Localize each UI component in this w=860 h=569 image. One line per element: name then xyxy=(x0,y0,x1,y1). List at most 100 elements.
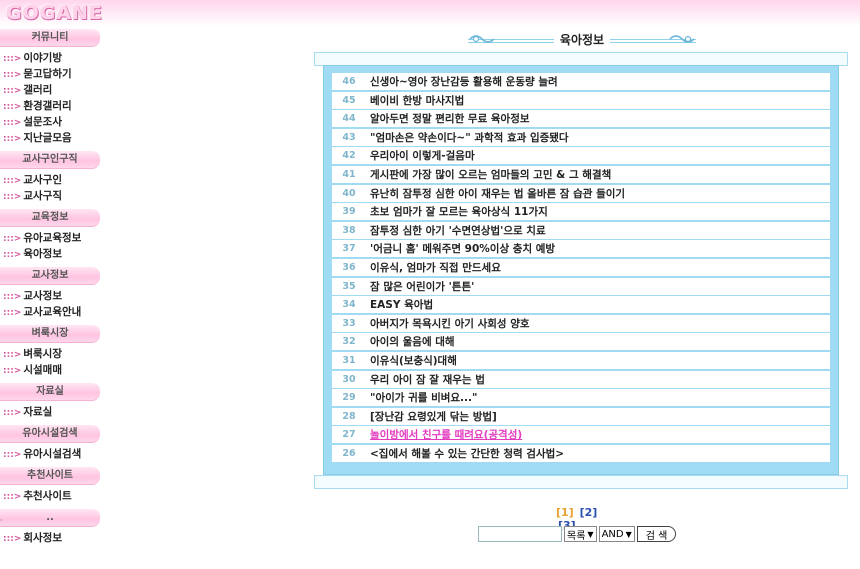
sidebar-item-label: 이야기방 xyxy=(23,52,62,64)
sidebar-item[interactable]: :::> 유아시설검색 xyxy=(0,446,100,462)
post-number: 29 xyxy=(342,392,356,404)
sidebar-item[interactable]: :::> 이야기방 xyxy=(0,50,100,66)
page-current[interactable]: [1] xyxy=(556,506,574,519)
sidebar-item[interactable]: :::> 교사구직 xyxy=(0,188,100,204)
sidebar-item-label: 묻고답하기 xyxy=(23,68,72,80)
sidebar-menu: :::> 이야기방:::> 묻고답하기:::> 갤러리:::> 환경갤러리:::> 설문조… xyxy=(0,50,100,146)
post-subject-link[interactable]: "엄마손은 약손이다~" 과학적 효과 입증됐다 xyxy=(366,130,830,145)
post-subject-link[interactable]: 잠 많은 어린이가 '튼튼' xyxy=(366,279,830,294)
sidebar-item[interactable]: :::> 지난글모음 xyxy=(0,130,100,146)
post-subject-link[interactable]: "아이가 귀를 비벼요..." xyxy=(366,390,830,405)
post-subject-link[interactable]: 이유식, 엄마가 직접 만드세요 xyxy=(366,260,830,275)
page-title: 육아정보 xyxy=(504,30,660,50)
sidebar-item[interactable]: :::> 교사교육안내 xyxy=(0,304,100,320)
board-row[interactable]: 31 이유식(보충식)대해 xyxy=(332,351,830,369)
post-subject-link[interactable]: 아이의 울음에 대해 xyxy=(366,334,830,349)
post-subject-link[interactable]: 초보 엄마가 잘 모르는 육아상식 11가지 xyxy=(366,204,830,219)
post-subject-link[interactable]: <집에서 해볼 수 있는 간단한 청력 검사법> xyxy=(366,446,830,461)
sidebar-item[interactable]: :::> 추천사이트 xyxy=(0,488,100,504)
post-subject-link[interactable]: EASY 육아법 xyxy=(366,297,830,312)
sidebar-item[interactable]: :::> 육아정보 xyxy=(0,246,100,262)
board-row[interactable]: 42 우리아이 이렇게-걸음마 xyxy=(332,147,830,165)
sidebar-item[interactable]: :::> 묻고답하기 xyxy=(0,66,100,82)
post-number: 40 xyxy=(342,187,356,199)
post-subject-link[interactable]: 우리 아이 잠 잘 재우는 법 xyxy=(366,372,830,387)
sidebar-menu: :::> 추천사이트 xyxy=(0,488,100,504)
post-number: 26 xyxy=(342,447,356,459)
post-subject-link[interactable]: 아버지가 목욕시킨 아기 사회성 양호 xyxy=(366,316,830,331)
sidebar-item[interactable]: :::> 교사정보 xyxy=(0,288,100,304)
board-row[interactable]: 41 게시판에 가장 많이 오르는 엄마들의 고민 & 그 해결책 xyxy=(332,165,830,183)
sidebar-item[interactable]: :::> 자료실 xyxy=(0,404,100,420)
search-button[interactable]: 검 색 xyxy=(636,526,677,542)
post-subject-link[interactable]: 게시판에 가장 많이 오르는 엄마들의 고민 & 그 해결책 xyxy=(366,167,830,182)
board-row[interactable]: 29 "아이가 귀를 비벼요..." xyxy=(332,389,830,407)
post-subject-link[interactable]: 이유식(보충식)대해 xyxy=(366,353,830,368)
arrow-icon: :::> xyxy=(3,192,22,202)
board-row[interactable]: 44 알아두면 정말 편리한 무료 육아정보 xyxy=(332,110,830,128)
post-subject-link[interactable]: 잠투정 심한 아기 '수면연상법'으로 치료 xyxy=(366,223,830,238)
sidebar-item-label: 유아교육정보 xyxy=(23,232,82,244)
board-row[interactable]: 38 잠투정 심한 아기 '수면연상법'으로 치료 xyxy=(332,221,830,239)
sidebar-item-label: 교사교육안내 xyxy=(23,306,82,318)
board-row[interactable]: 28 [장난감 요령있게 닦는 방법] xyxy=(332,407,830,425)
sidebar-item-label: 시설매매 xyxy=(23,364,62,376)
sidebar-item[interactable]: :::> 교사구인 xyxy=(0,172,100,188)
sidebar-menu: :::> 유아시설검색 xyxy=(0,446,100,462)
post-number: 32 xyxy=(342,336,356,348)
board-frame-bottom xyxy=(314,475,848,489)
search-field-select[interactable]: 목록 ▼ xyxy=(564,526,597,542)
post-subject-link[interactable]: [장난감 요령있게 닦는 방법] xyxy=(366,409,830,424)
page-link[interactable]: [2] xyxy=(580,506,598,519)
board-title-area: 육아정보 xyxy=(468,30,696,50)
sidebar-item-label: 갤러리 xyxy=(23,84,53,96)
board-row[interactable]: 30 우리 아이 잠 잘 재우는 법 xyxy=(332,370,830,388)
board-row[interactable]: 35 잠 많은 어린이가 '튼튼' xyxy=(332,277,830,295)
arrow-icon: :::> xyxy=(3,118,22,128)
post-subject-link[interactable]: 베이비 한방 마사지법 xyxy=(366,93,830,108)
sidebar-item[interactable]: :::> 환경갤러리 xyxy=(0,98,100,114)
sidebar-item-label: 회사정보 xyxy=(23,532,62,544)
search-input[interactable] xyxy=(478,526,562,542)
sidebar-item-label: 추천사이트 xyxy=(23,490,72,502)
sidebar-section-header: 커뮤니티 xyxy=(0,28,100,47)
board-row[interactable]: 32 아이의 울음에 대해 xyxy=(332,333,830,351)
arrow-icon: :::> xyxy=(3,534,22,544)
board-row[interactable]: 45 베이비 한방 마사지법 xyxy=(332,91,830,109)
arrow-icon: :::> xyxy=(3,134,22,144)
post-subject-link[interactable]: 알아두면 정말 편리한 무료 육아정보 xyxy=(366,111,830,126)
sidebar-item[interactable]: :::> 유아교육정보 xyxy=(0,230,100,246)
post-number: 42 xyxy=(342,150,356,162)
board-row[interactable]: 34 EASY 육아법 xyxy=(332,296,830,314)
sidebar-section-header: 유아시설검색 xyxy=(0,424,100,443)
post-number: 39 xyxy=(342,206,356,218)
board-frame-top xyxy=(314,52,848,66)
board-row[interactable]: 27 놀이방에서 친구를 때려요(공격성) xyxy=(332,426,830,444)
sidebar-item[interactable]: :::> 설문조사 xyxy=(0,114,100,130)
post-subject-link[interactable]: 놀이방에서 친구를 때려요(공격성) xyxy=(366,427,830,442)
post-number: 34 xyxy=(342,299,356,311)
sidebar-item[interactable]: :::> 시설매매 xyxy=(0,362,100,378)
post-subject-link[interactable]: 유난히 잠투정 심한 아이 재우는 법 올바른 잠 습관 들이기 xyxy=(366,186,830,201)
site-logo[interactable]: GOGANE xyxy=(6,2,103,24)
board-row[interactable]: 26 <집에서 해볼 수 있는 간단한 청력 검사법> xyxy=(332,444,830,462)
board-row[interactable]: 43 "엄마손은 약손이다~" 과학적 효과 입증됐다 xyxy=(332,128,830,146)
sidebar: 커뮤니티:::> 이야기방:::> 묻고답하기:::> 갤러리:::> 환경갤러리:::… xyxy=(0,27,100,550)
post-number: 28 xyxy=(342,410,356,422)
board-row[interactable]: 40 유난히 잠투정 심한 아이 재우는 법 올바른 잠 습관 들이기 xyxy=(332,184,830,202)
search-operator-select[interactable]: AND ▼ xyxy=(598,526,635,542)
board-row[interactable]: 37 '어금니 홈' 메워주면 90%이상 충치 예방 xyxy=(332,240,830,258)
sidebar-item[interactable]: :::> 회사정보 xyxy=(0,530,100,546)
board-row[interactable]: 33 아버지가 목욕시킨 아기 사회성 양호 xyxy=(332,314,830,332)
post-subject-link[interactable]: 신생아~영아 장난감등 활용해 운동량 늘려 xyxy=(366,74,830,89)
board-row[interactable]: 36 이유식, 엄마가 직접 만드세요 xyxy=(332,258,830,276)
post-subject-link[interactable]: '어금니 홈' 메워주면 90%이상 충치 예방 xyxy=(366,241,830,256)
post-number: 30 xyxy=(342,373,356,385)
arrow-icon: :::> xyxy=(3,176,22,186)
post-subject-link[interactable]: 우리아이 이렇게-걸음마 xyxy=(366,148,830,163)
sidebar-item[interactable]: :::> 갤러리 xyxy=(0,82,100,98)
chevron-down-icon: ▼ xyxy=(625,529,632,539)
board-row[interactable]: 46 신생아~영아 장난감등 활용해 운동량 늘려 xyxy=(332,73,830,90)
sidebar-item[interactable]: :::> 벼룩시장 xyxy=(0,346,100,362)
board-row[interactable]: 39 초보 엄마가 잘 모르는 육아상식 11가지 xyxy=(332,203,830,221)
